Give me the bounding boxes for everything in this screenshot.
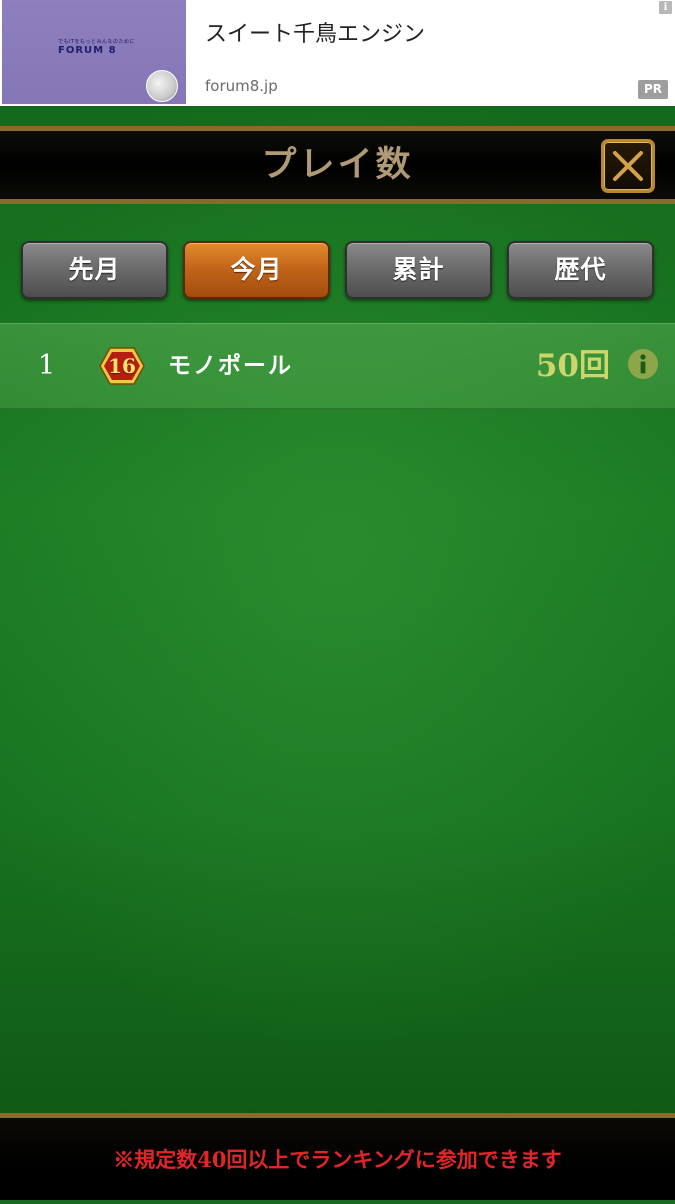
header-bar: プレイ数: [0, 126, 675, 204]
rank-number: 1: [38, 350, 56, 381]
tab-this-month[interactable]: 今月: [183, 241, 330, 299]
play-count: 50回: [535, 348, 610, 384]
ad-avatar: [146, 70, 178, 102]
tab-total[interactable]: 累計: [345, 241, 492, 299]
page-title: プレイ数: [261, 144, 414, 185]
ad-domain[interactable]: forum8.jp: [205, 77, 278, 95]
ranking-row[interactable]: 1 16 モノポール 50回: [0, 323, 675, 409]
player-name[interactable]: モノポール: [168, 324, 293, 408]
ad-title[interactable]: スイート千鳥エンジン: [205, 16, 425, 48]
footer-note: ※規定数40回以上でランキングに参加できます: [113, 1147, 562, 1172]
footer-bar: ※規定数40回以上でランキングに参加できます: [0, 1113, 675, 1200]
tab-all-time[interactable]: 歴代: [507, 241, 654, 299]
ad-logo-tagline: でもITをもっとみんなのために: [58, 39, 136, 45]
close-button[interactable]: [601, 139, 655, 193]
info-icon[interactable]: [627, 348, 659, 380]
ad-logo: FORUM 8: [58, 45, 117, 56]
tab-last-month[interactable]: 先月: [21, 241, 168, 299]
close-x-icon: [613, 151, 643, 181]
ad-info-icon[interactable]: i: [659, 1, 672, 14]
ad-banner[interactable]: でもITをもっとみんなのために FORUM 8 スイート千鳥エンジン forum…: [0, 0, 675, 107]
ad-pr-badge: PR: [638, 80, 668, 99]
level-badge-value: 16: [108, 354, 136, 378]
